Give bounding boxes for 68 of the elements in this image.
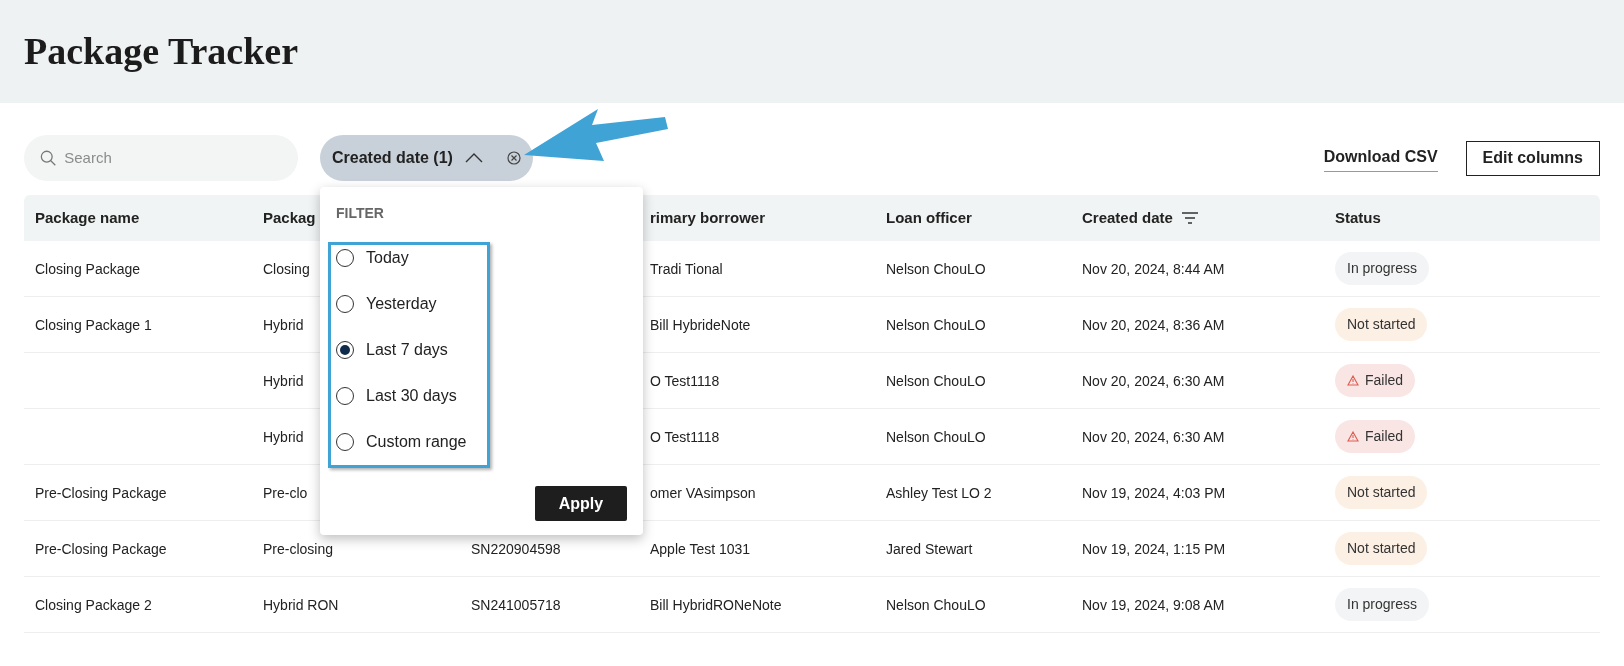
column-header: Loan officer	[886, 207, 972, 228]
table-cell: SN241005718	[471, 596, 561, 613]
column-header: Created date	[1082, 207, 1173, 228]
status-badge: Not started	[1335, 308, 1428, 341]
table-cell: Nov 20, 2024, 8:44 AM	[1082, 260, 1225, 277]
table-cell: Nov 19, 2024, 1:15 PM	[1082, 540, 1226, 557]
table-cell: Ashley Test LO 2	[886, 484, 992, 501]
table-cell: Nelson ChouLO	[886, 316, 986, 333]
column-header: Packag	[263, 207, 316, 228]
table-cell: Nov 19, 2024, 4:03 PM	[1082, 484, 1226, 501]
table-cell: Apple Test 1031	[650, 540, 751, 557]
table-cell: Nov 20, 2024, 6:30 AM	[1082, 372, 1225, 389]
table-cell: Bill HybridRONeNote	[650, 596, 782, 613]
filter-heading: FILTER	[336, 204, 385, 223]
clear-icon[interactable]	[506, 151, 521, 165]
table-cell: Jared Stewart	[886, 540, 973, 557]
table-cell: O Test1118	[650, 428, 720, 445]
table-cell: Nov 20, 2024, 6:30 AM	[1082, 428, 1225, 445]
download-csv-link[interactable]: Download CSV	[1323, 144, 1438, 172]
radio-option[interactable]: Last 30 days	[331, 373, 487, 419]
edit-columns-button[interactable]: Edit columns	[1465, 140, 1600, 176]
column-header: rimary borrower	[650, 207, 766, 228]
chevron-icon	[464, 153, 483, 163]
table-cell: SN220904598	[471, 540, 561, 557]
status-badge: Failed	[1335, 420, 1416, 453]
radio-option[interactable]: Custom range	[331, 419, 487, 465]
table-cell: Nov 20, 2024, 8:36 AM	[1082, 316, 1225, 333]
table-cell: Bill HybrideNote	[650, 316, 751, 333]
table-cell: Closing	[263, 260, 310, 277]
filter-chip-label: Created date (1)	[332, 148, 453, 168]
radio-option[interactable]: Last 7 days	[331, 327, 487, 373]
status-badge: Not started	[1335, 532, 1428, 565]
table-cell: Pre-Closing Package	[35, 484, 167, 501]
warning-icon	[1347, 375, 1359, 386]
radio-option[interactable]: Today	[331, 235, 487, 281]
table-cell: Nov 19, 2024, 9:08 AM	[1082, 596, 1225, 613]
table-cell: Closing Package	[35, 260, 141, 277]
search-icon	[40, 149, 57, 167]
table-cell: Nelson ChouLO	[886, 260, 986, 277]
column-header: Status	[1335, 207, 1381, 228]
column-header: Package name	[35, 207, 140, 228]
table-cell: Hybrid	[263, 428, 304, 445]
table-cell: Hybrid	[263, 316, 304, 333]
page-title: Package Tracker	[24, 29, 298, 74]
search-input[interactable]: Search	[64, 146, 282, 170]
table-cell: O Test1118	[650, 372, 720, 389]
table-cell: Closing Package 1	[35, 316, 152, 333]
warning-icon	[1347, 431, 1359, 442]
table-cell: Tradi Tional	[650, 260, 723, 277]
table-cell: omer VAsimpson	[650, 484, 756, 501]
filter-lines-icon[interactable]	[1180, 212, 1199, 224]
apply-button[interactable]: Apply	[535, 486, 627, 521]
table-cell: Pre-clo	[263, 484, 308, 501]
table-cell: Nelson ChouLO	[886, 372, 986, 389]
table-cell: Hybrid RON	[263, 596, 339, 613]
search-field[interactable]: Search	[24, 135, 298, 181]
table-cell: Hybrid	[263, 372, 304, 389]
status-badge: Failed	[1335, 364, 1416, 397]
table-cell: Nelson ChouLO	[886, 428, 986, 445]
table-cell: Nelson ChouLO	[886, 596, 986, 613]
status-badge: In progress	[1335, 588, 1430, 621]
status-badge: In progress	[1335, 252, 1430, 285]
table-cell: Pre-Closing Package	[35, 540, 167, 557]
table-cell: Pre-closing	[263, 540, 334, 557]
status-badge: Not started	[1335, 476, 1428, 509]
radio-option[interactable]: Yesterday	[331, 281, 487, 327]
filter-chip[interactable]: Created date (1)	[320, 135, 533, 181]
table-cell: Closing Package 2	[35, 596, 152, 613]
